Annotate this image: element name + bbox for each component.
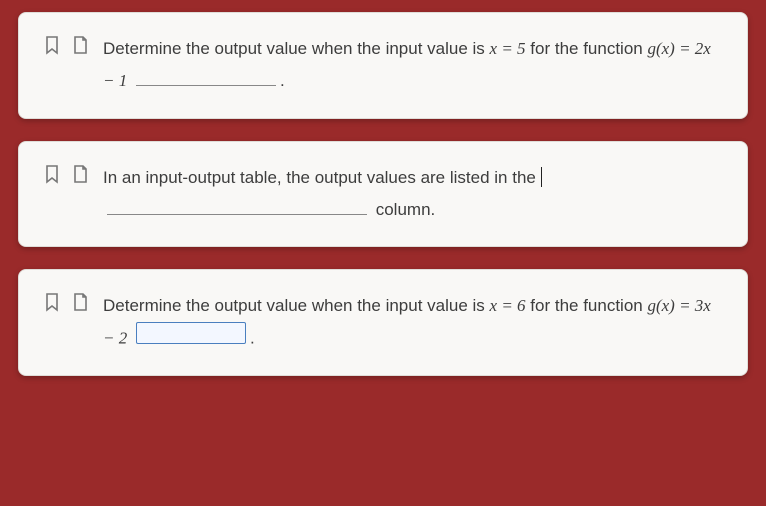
question-card: In an input-output table, the output val… bbox=[18, 141, 748, 248]
question-text: In an input-output table, the output val… bbox=[103, 162, 723, 227]
question-text: Determine the output value when the inpu… bbox=[103, 290, 723, 355]
text-part: Determine the output value when the inpu… bbox=[103, 296, 490, 315]
bookmark-icon[interactable] bbox=[43, 164, 61, 189]
note-icon[interactable] bbox=[71, 164, 89, 189]
answer-blank[interactable] bbox=[107, 196, 367, 215]
bookmark-icon[interactable] bbox=[43, 35, 61, 60]
text-tail: . bbox=[280, 71, 285, 90]
card-icons bbox=[43, 162, 89, 189]
question-text: Determine the output value when the inpu… bbox=[103, 33, 723, 98]
text-part: for the function bbox=[526, 39, 648, 58]
text-tail: . bbox=[250, 329, 255, 348]
text-cursor bbox=[541, 167, 542, 187]
answer-blank[interactable] bbox=[136, 322, 246, 343]
question-card: Determine the output value when the inpu… bbox=[18, 269, 748, 376]
note-icon[interactable] bbox=[71, 35, 89, 60]
math-expression: x = 6 bbox=[490, 296, 526, 315]
text-part: Determine the output value when the inpu… bbox=[103, 39, 490, 58]
math-expression: x = 5 bbox=[490, 39, 526, 58]
note-icon[interactable] bbox=[71, 292, 89, 317]
card-icons bbox=[43, 33, 89, 60]
answer-blank[interactable] bbox=[136, 68, 276, 87]
text-part: for the function bbox=[526, 296, 648, 315]
text-tail: column. bbox=[371, 200, 435, 219]
bookmark-icon[interactable] bbox=[43, 292, 61, 317]
question-card: Determine the output value when the inpu… bbox=[18, 12, 748, 119]
text-part: In an input-output table, the output val… bbox=[103, 168, 541, 187]
card-icons bbox=[43, 290, 89, 317]
